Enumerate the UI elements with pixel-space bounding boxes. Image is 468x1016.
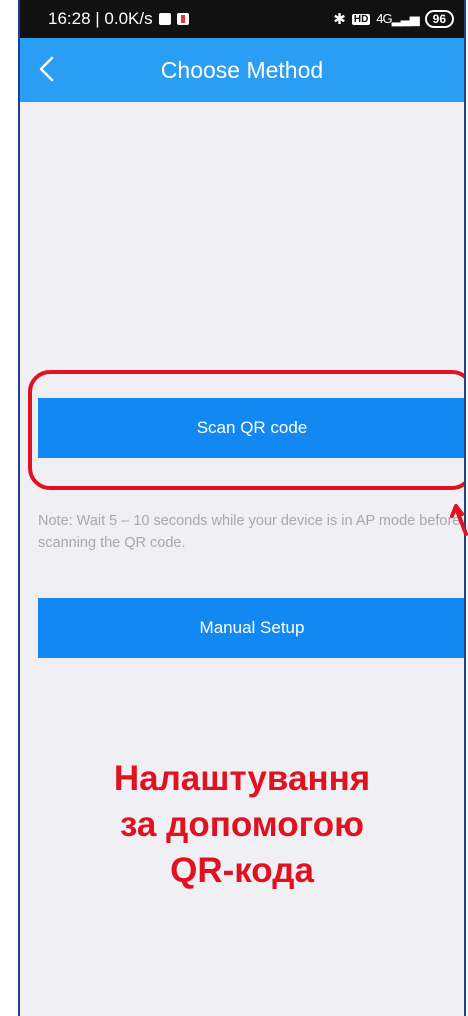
caption-line-1: Налаштування — [113, 759, 371, 798]
ap-mode-note: Note: Wait 5 – 10 seconds while your dev… — [38, 513, 461, 551]
scan-qr-code-label: Scan QR code — [196, 418, 308, 437]
gallery-notification-icon — [158, 13, 171, 25]
phone-screen: 16:28 | 0.0K/s ✱ HD 4G▂▃▅ 96 Choose Meth… — [18, 0, 466, 1016]
battery-icon: 96 — [424, 10, 454, 28]
manual-setup-button[interactable]: Manual Setup — [38, 598, 464, 658]
annotation-caption: Налаштування за допомогою QR-кода — [20, 756, 464, 894]
network-type: 4G — [376, 11, 392, 26]
caption-line-3: QR-кода — [170, 851, 314, 890]
hd-voice-icon: HD — [351, 13, 371, 25]
battery-level: 96 — [432, 12, 446, 26]
page-title: Choose Method — [160, 56, 324, 83]
nav-bar: Choose Method — [20, 38, 464, 102]
app-notification-icon — [176, 13, 189, 25]
status-left: 16:28 | 0.0K/s — [48, 9, 189, 29]
status-bar: 16:28 | 0.0K/s ✱ HD 4G▂▃▅ 96 — [20, 0, 464, 38]
manual-setup-label: Manual Setup — [199, 618, 305, 637]
back-icon[interactable] — [30, 52, 64, 86]
status-right: ✱ HD 4G▂▃▅ 96 — [333, 10, 454, 28]
caption-line-2: за допомогою — [120, 805, 364, 844]
status-time: 16:28 | 0.0K/s — [48, 9, 153, 28]
bluetooth-icon: ✱ — [333, 11, 346, 28]
signal-icon: 4G▂▃▅ — [376, 11, 419, 26]
scan-qr-code-button[interactable]: Scan QR code — [38, 398, 464, 458]
